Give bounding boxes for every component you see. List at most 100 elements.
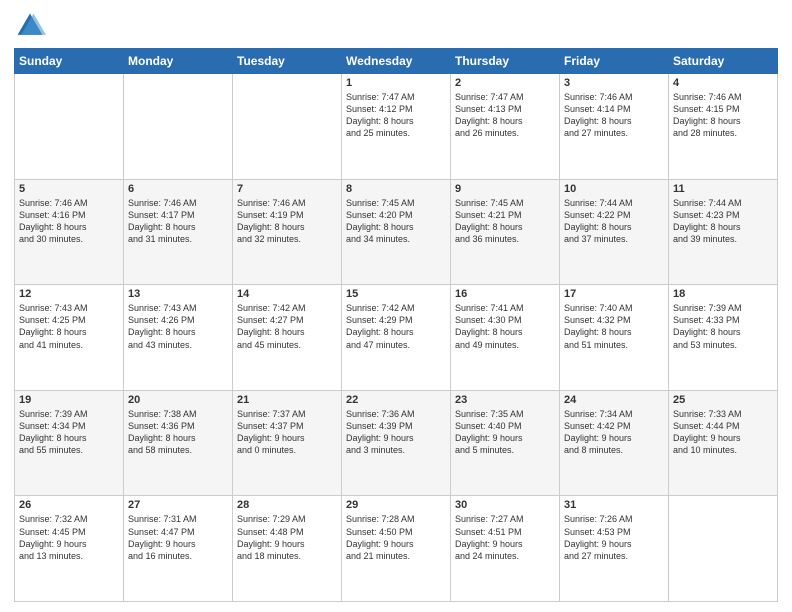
day-number: 19 <box>19 394 119 406</box>
day-cell: 9 Sunrise: 7:45 AM Sunset: 4:21 PM Daylig… <box>451 179 560 285</box>
day-number: 18 <box>673 288 773 300</box>
day-info: Sunrise: 7:39 AM Sunset: 4:34 PM Dayligh… <box>19 408 119 457</box>
day-number: 23 <box>455 394 555 406</box>
day-info: Sunrise: 7:36 AM Sunset: 4:39 PM Dayligh… <box>346 408 446 457</box>
day-cell: 25 Sunrise: 7:33 AM Sunset: 4:44 PM Dayli… <box>669 390 778 496</box>
day-number: 31 <box>564 499 664 511</box>
day-info: Sunrise: 7:29 AM Sunset: 4:48 PM Dayligh… <box>237 513 337 562</box>
header <box>14 10 778 42</box>
day-cell: 5 Sunrise: 7:46 AM Sunset: 4:16 PM Daylig… <box>15 179 124 285</box>
day-cell: 26Sunrise: 7:32 AM Sunset: 4:45 PM Dayli… <box>15 496 124 602</box>
day-info: Sunrise: 7:37 AM Sunset: 4:37 PM Dayligh… <box>237 408 337 457</box>
day-number: 11 <box>673 183 773 195</box>
day-info: Sunrise: 7:46 AM Sunset: 4:14 PM Dayligh… <box>564 91 664 140</box>
day-number: 28 <box>237 499 337 511</box>
week-row-1: 1 Sunrise: 7:47 AM Sunset: 4:12 PM Daylig… <box>15 74 778 180</box>
day-cell: 29 Sunrise: 7:28 AM Sunset: 4:50 PM Dayli… <box>342 496 451 602</box>
day-cell: 6 Sunrise: 7:46 AM Sunset: 4:17 PM Daylig… <box>124 179 233 285</box>
day-number: 5 <box>19 183 119 195</box>
day-cell: 7 Sunrise: 7:46 AM Sunset: 4:19 PM Daylig… <box>233 179 342 285</box>
day-cell: 10Sunrise: 7:44 AM Sunset: 4:22 PM Dayli… <box>560 179 669 285</box>
day-cell: 24 Sunrise: 7:34 AM Sunset: 4:42 PM Dayli… <box>560 390 669 496</box>
day-number: 27 <box>128 499 228 511</box>
day-cell: 18Sunrise: 7:39 AM Sunset: 4:33 PM Dayli… <box>669 285 778 391</box>
day-number: 25 <box>673 394 773 406</box>
day-cell: 2 Sunrise: 7:47 AM Sunset: 4:13 PM Daylig… <box>451 74 560 180</box>
weekday-friday: Friday <box>560 49 669 74</box>
day-cell: 21 Sunrise: 7:37 AM Sunset: 4:37 PM Dayli… <box>233 390 342 496</box>
day-number: 15 <box>346 288 446 300</box>
day-number: 4 <box>673 77 773 89</box>
day-cell: 31 Sunrise: 7:26 AM Sunset: 4:53 PM Dayli… <box>560 496 669 602</box>
day-info: Sunrise: 7:47 AM Sunset: 4:12 PM Dayligh… <box>346 91 446 140</box>
day-cell: 20Sunrise: 7:38 AM Sunset: 4:36 PM Dayli… <box>124 390 233 496</box>
day-cell: 3 Sunrise: 7:46 AM Sunset: 4:14 PM Daylig… <box>560 74 669 180</box>
day-cell <box>15 74 124 180</box>
logo <box>14 10 50 42</box>
day-info: Sunrise: 7:45 AM Sunset: 4:20 PM Dayligh… <box>346 197 446 246</box>
weekday-tuesday: Tuesday <box>233 49 342 74</box>
day-number: 24 <box>564 394 664 406</box>
day-number: 16 <box>455 288 555 300</box>
day-info: Sunrise: 7:46 AM Sunset: 4:17 PM Dayligh… <box>128 197 228 246</box>
day-cell <box>124 74 233 180</box>
day-info: Sunrise: 7:42 AM Sunset: 4:27 PM Dayligh… <box>237 302 337 351</box>
day-info: Sunrise: 7:47 AM Sunset: 4:13 PM Dayligh… <box>455 91 555 140</box>
week-row-5: 26Sunrise: 7:32 AM Sunset: 4:45 PM Dayli… <box>15 496 778 602</box>
day-info: Sunrise: 7:33 AM Sunset: 4:44 PM Dayligh… <box>673 408 773 457</box>
day-cell: 28 Sunrise: 7:29 AM Sunset: 4:48 PM Dayli… <box>233 496 342 602</box>
day-cell: 13 Sunrise: 7:43 AM Sunset: 4:26 PM Dayli… <box>124 285 233 391</box>
day-cell: 16 Sunrise: 7:41 AM Sunset: 4:30 PM Dayli… <box>451 285 560 391</box>
day-info: Sunrise: 7:41 AM Sunset: 4:30 PM Dayligh… <box>455 302 555 351</box>
day-info: Sunrise: 7:27 AM Sunset: 4:51 PM Dayligh… <box>455 513 555 562</box>
weekday-monday: Monday <box>124 49 233 74</box>
weekday-sunday: Sunday <box>15 49 124 74</box>
logo-icon <box>14 10 46 42</box>
day-cell <box>669 496 778 602</box>
day-number: 21 <box>237 394 337 406</box>
day-info: Sunrise: 7:44 AM Sunset: 4:23 PM Dayligh… <box>673 197 773 246</box>
day-cell: 27Sunrise: 7:31 AM Sunset: 4:47 PM Dayli… <box>124 496 233 602</box>
day-info: Sunrise: 7:46 AM Sunset: 4:19 PM Dayligh… <box>237 197 337 246</box>
day-info: Sunrise: 7:28 AM Sunset: 4:50 PM Dayligh… <box>346 513 446 562</box>
weekday-thursday: Thursday <box>451 49 560 74</box>
day-info: Sunrise: 7:35 AM Sunset: 4:40 PM Dayligh… <box>455 408 555 457</box>
week-row-3: 12Sunrise: 7:43 AM Sunset: 4:25 PM Dayli… <box>15 285 778 391</box>
day-cell: 15Sunrise: 7:42 AM Sunset: 4:29 PM Dayli… <box>342 285 451 391</box>
day-cell: 1 Sunrise: 7:47 AM Sunset: 4:12 PM Daylig… <box>342 74 451 180</box>
day-number: 8 <box>346 183 446 195</box>
day-number: 2 <box>455 77 555 89</box>
day-info: Sunrise: 7:46 AM Sunset: 4:16 PM Dayligh… <box>19 197 119 246</box>
day-number: 1 <box>346 77 446 89</box>
day-number: 22 <box>346 394 446 406</box>
day-info: Sunrise: 7:43 AM Sunset: 4:26 PM Dayligh… <box>128 302 228 351</box>
weekday-saturday: Saturday <box>669 49 778 74</box>
day-number: 7 <box>237 183 337 195</box>
day-number: 13 <box>128 288 228 300</box>
calendar-table: SundayMondayTuesdayWednesdayThursdayFrid… <box>14 48 778 602</box>
day-number: 20 <box>128 394 228 406</box>
day-cell: 4 Sunrise: 7:46 AM Sunset: 4:15 PM Daylig… <box>669 74 778 180</box>
weekday-header-row: SundayMondayTuesdayWednesdayThursdayFrid… <box>15 49 778 74</box>
day-number: 30 <box>455 499 555 511</box>
day-number: 9 <box>455 183 555 195</box>
day-number: 26 <box>19 499 119 511</box>
day-info: Sunrise: 7:43 AM Sunset: 4:25 PM Dayligh… <box>19 302 119 351</box>
day-cell: 17Sunrise: 7:40 AM Sunset: 4:32 PM Dayli… <box>560 285 669 391</box>
day-cell <box>233 74 342 180</box>
day-info: Sunrise: 7:45 AM Sunset: 4:21 PM Dayligh… <box>455 197 555 246</box>
day-cell: 23 Sunrise: 7:35 AM Sunset: 4:40 PM Dayli… <box>451 390 560 496</box>
day-number: 10 <box>564 183 664 195</box>
day-info: Sunrise: 7:26 AM Sunset: 4:53 PM Dayligh… <box>564 513 664 562</box>
day-info: Sunrise: 7:46 AM Sunset: 4:15 PM Dayligh… <box>673 91 773 140</box>
day-cell: 14Sunrise: 7:42 AM Sunset: 4:27 PM Dayli… <box>233 285 342 391</box>
day-number: 3 <box>564 77 664 89</box>
day-info: Sunrise: 7:40 AM Sunset: 4:32 PM Dayligh… <box>564 302 664 351</box>
page: SundayMondayTuesdayWednesdayThursdayFrid… <box>0 0 792 612</box>
day-cell: 8 Sunrise: 7:45 AM Sunset: 4:20 PM Daylig… <box>342 179 451 285</box>
day-cell: 19 Sunrise: 7:39 AM Sunset: 4:34 PM Dayli… <box>15 390 124 496</box>
day-number: 29 <box>346 499 446 511</box>
day-info: Sunrise: 7:34 AM Sunset: 4:42 PM Dayligh… <box>564 408 664 457</box>
day-number: 6 <box>128 183 228 195</box>
week-row-4: 19 Sunrise: 7:39 AM Sunset: 4:34 PM Dayli… <box>15 390 778 496</box>
